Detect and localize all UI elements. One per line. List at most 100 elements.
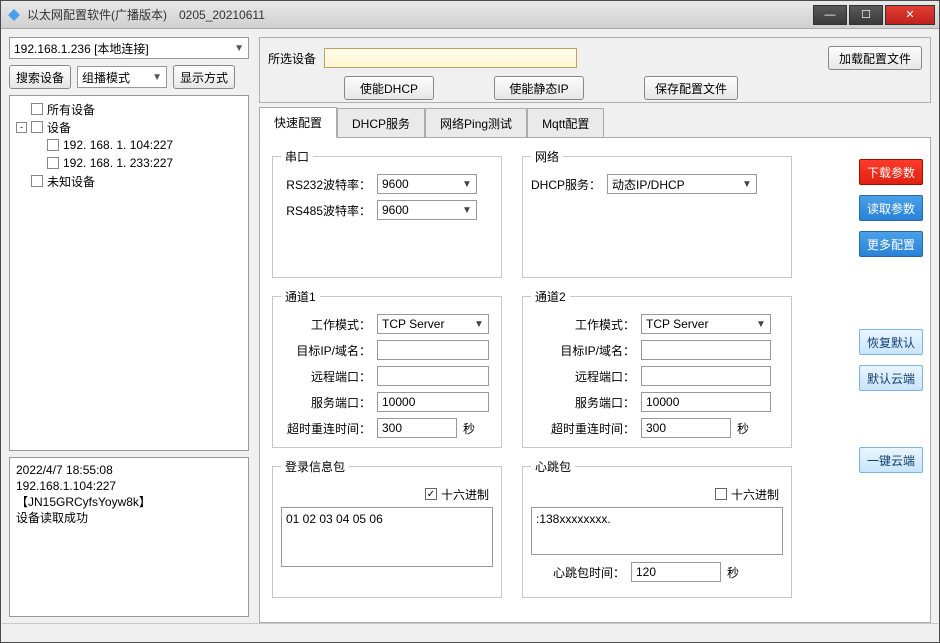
- load-config-button[interactable]: 加载配置文件: [828, 46, 922, 70]
- seconds-unit: 秒: [727, 564, 739, 581]
- group-channel1-legend: 通道1: [281, 288, 320, 305]
- chevron-down-icon: ▼: [460, 205, 474, 216]
- ch2-target-input[interactable]: [641, 340, 771, 360]
- ch1-target-label: 目标IP/域名：: [281, 342, 377, 359]
- rs485-combo[interactable]: 9600▼: [377, 200, 477, 220]
- mode-combo-value: 组播模式: [82, 69, 130, 86]
- left-panel: 192.168.1.236 [本地连接] ▼ 搜索设备 组播模式 ▼ 显示方式 …: [1, 29, 255, 625]
- log-line: 【JN15GRCyfsYoyw8k】: [16, 494, 242, 510]
- ch2-service-port-label: 服务端口：: [531, 394, 641, 411]
- window-title: 以太网配置软件(广播版本) 0205_20210611: [27, 6, 811, 23]
- seconds-unit: 秒: [463, 420, 475, 437]
- group-network-legend: 网络: [531, 148, 563, 165]
- chevron-down-icon: ▼: [740, 179, 754, 190]
- group-channel2-legend: 通道2: [531, 288, 570, 305]
- group-heartbeat: 心跳包 十六进制 :138xxxxxxxx. 心跳包时间： 120 秒: [522, 458, 792, 598]
- tab-body: 串口 RS232波特率： 9600▼ RS485波特率： 9600▼: [259, 137, 931, 623]
- titlebar: 以太网配置软件(广播版本) 0205_20210611 — ☐ ✕: [1, 1, 939, 29]
- one-click-cloud-button[interactable]: 一键云端: [859, 447, 923, 473]
- selected-device-label: 所选设备: [268, 50, 316, 67]
- log-line: 设备读取成功: [16, 510, 242, 526]
- ch1-target-input[interactable]: [377, 340, 489, 360]
- status-bar: [2, 623, 938, 641]
- ch2-mode-label: 工作模式：: [531, 316, 641, 333]
- chevron-down-icon: ▼: [460, 179, 474, 190]
- download-params-button[interactable]: 下载参数: [859, 159, 923, 185]
- group-network: 网络 DHCP服务： 动态IP/DHCP▼: [522, 148, 792, 278]
- dhcp-service-combo[interactable]: 动态IP/DHCP▼: [607, 174, 757, 194]
- nic-combo[interactable]: 192.168.1.236 [本地连接] ▼: [9, 37, 249, 59]
- log-line: 192.168.1.104:227: [16, 478, 242, 494]
- tree-node-all[interactable]: 所有设备: [12, 100, 246, 118]
- ch2-target-label: 目标IP/域名：: [531, 342, 641, 359]
- ch2-remote-port-label: 远程端口：: [531, 368, 641, 385]
- chevron-down-icon: ▼: [234, 43, 244, 54]
- ch2-reconnect-input[interactable]: 300: [641, 418, 731, 438]
- ch2-service-port-input[interactable]: 10000: [641, 392, 771, 412]
- login-packet-input[interactable]: 01 02 03 04 05 06: [281, 507, 493, 567]
- log-line: 2022/4/7 18:55:08: [16, 462, 242, 478]
- ch1-reconnect-label: 超时重连时间：: [281, 420, 377, 437]
- rs232-label: RS232波特率：: [281, 176, 377, 193]
- rs232-combo[interactable]: 9600▼: [377, 174, 477, 194]
- chevron-down-icon: ▼: [472, 319, 486, 330]
- selected-device-field[interactable]: [324, 48, 577, 68]
- group-serial-legend: 串口: [281, 148, 313, 165]
- ch1-reconnect-input[interactable]: 300: [377, 418, 457, 438]
- display-mode-button[interactable]: 显示方式: [173, 65, 235, 89]
- client-area: 192.168.1.236 [本地连接] ▼ 搜索设备 组播模式 ▼ 显示方式 …: [1, 29, 939, 625]
- group-channel1: 通道1 工作模式： TCP Server▼ 目标IP/域名： 远程端口：: [272, 288, 502, 448]
- log-box[interactable]: 2022/4/7 18:55:08 192.168.1.104:227 【JN1…: [9, 457, 249, 617]
- maximize-button[interactable]: ☐: [849, 5, 883, 25]
- tab-ping[interactable]: 网络Ping测试: [425, 108, 527, 138]
- side-buttons: 下载参数 读取参数 更多配置 恢复默认 默认云端 一键云端: [859, 159, 923, 473]
- checkbox-icon: ✓: [425, 488, 437, 500]
- restore-default-button[interactable]: 恢复默认: [859, 329, 923, 355]
- seconds-unit: 秒: [737, 420, 749, 437]
- tree-node-unknown[interactable]: 未知设备: [12, 172, 246, 190]
- tab-dhcp[interactable]: DHCP服务: [337, 108, 425, 138]
- minimize-button[interactable]: —: [813, 5, 847, 25]
- login-hex-checkbox[interactable]: ✓ 十六进制: [425, 486, 489, 503]
- rs485-label: RS485波特率：: [281, 202, 377, 219]
- ch1-service-port-input[interactable]: 10000: [377, 392, 489, 412]
- ch1-mode-combo[interactable]: TCP Server▼: [377, 314, 489, 334]
- heartbeat-interval-input[interactable]: 120: [631, 562, 721, 582]
- heart-hex-checkbox[interactable]: 十六进制: [715, 486, 779, 503]
- nic-combo-value: 192.168.1.236 [本地连接]: [14, 40, 149, 57]
- ch1-service-port-label: 服务端口：: [281, 394, 377, 411]
- group-login-packet: 登录信息包 ✓ 十六进制 01 02 03 04 05 06: [272, 458, 502, 598]
- collapse-icon[interactable]: -: [16, 122, 27, 133]
- ch1-mode-label: 工作模式：: [281, 316, 377, 333]
- group-channel2: 通道2 工作模式： TCP Server▼ 目标IP/域名： 远程端口：: [522, 288, 792, 448]
- ch2-reconnect-label: 超时重连时间：: [531, 420, 641, 437]
- group-heartbeat-legend: 心跳包: [531, 458, 575, 475]
- enable-dhcp-button[interactable]: 使能DHCP: [344, 76, 434, 100]
- enable-static-button[interactable]: 使能静态IP: [494, 76, 584, 100]
- app-icon: [7, 8, 21, 22]
- tab-mqtt[interactable]: Mqtt配置: [527, 108, 604, 138]
- tree-leaf[interactable]: 192. 168. 1. 233:227: [12, 154, 246, 172]
- heartbeat-input[interactable]: :138xxxxxxxx.: [531, 507, 783, 555]
- heartbeat-interval-label: 心跳包时间：: [531, 564, 631, 581]
- mode-combo[interactable]: 组播模式 ▼: [77, 66, 167, 88]
- dhcp-service-label: DHCP服务：: [531, 176, 607, 193]
- ch2-mode-combo[interactable]: TCP Server▼: [641, 314, 771, 334]
- ch2-remote-port-input[interactable]: [641, 366, 771, 386]
- search-device-button[interactable]: 搜索设备: [9, 65, 71, 89]
- chevron-down-icon: ▼: [152, 72, 162, 83]
- top-config-frame: 所选设备 加载配置文件 使能DHCP 使能静态IP 保存配置文件: [259, 37, 931, 103]
- ch1-remote-port-input[interactable]: [377, 366, 489, 386]
- tree-leaf[interactable]: 192. 168. 1. 104:227: [12, 136, 246, 154]
- device-tree[interactable]: 所有设备 - 设备 192. 168. 1. 104:227 192. 168.…: [9, 95, 249, 451]
- tree-node-devices[interactable]: - 设备: [12, 118, 246, 136]
- save-config-button[interactable]: 保存配置文件: [644, 76, 738, 100]
- group-serial: 串口 RS232波特率： 9600▼ RS485波特率： 9600▼: [272, 148, 502, 278]
- more-config-button[interactable]: 更多配置: [859, 231, 923, 257]
- close-button[interactable]: ✕: [885, 5, 935, 25]
- tab-quick[interactable]: 快速配置: [259, 107, 337, 138]
- default-cloud-button[interactable]: 默认云端: [859, 365, 923, 391]
- chevron-down-icon: ▼: [754, 319, 768, 330]
- checkbox-icon: [715, 488, 727, 500]
- read-params-button[interactable]: 读取参数: [859, 195, 923, 221]
